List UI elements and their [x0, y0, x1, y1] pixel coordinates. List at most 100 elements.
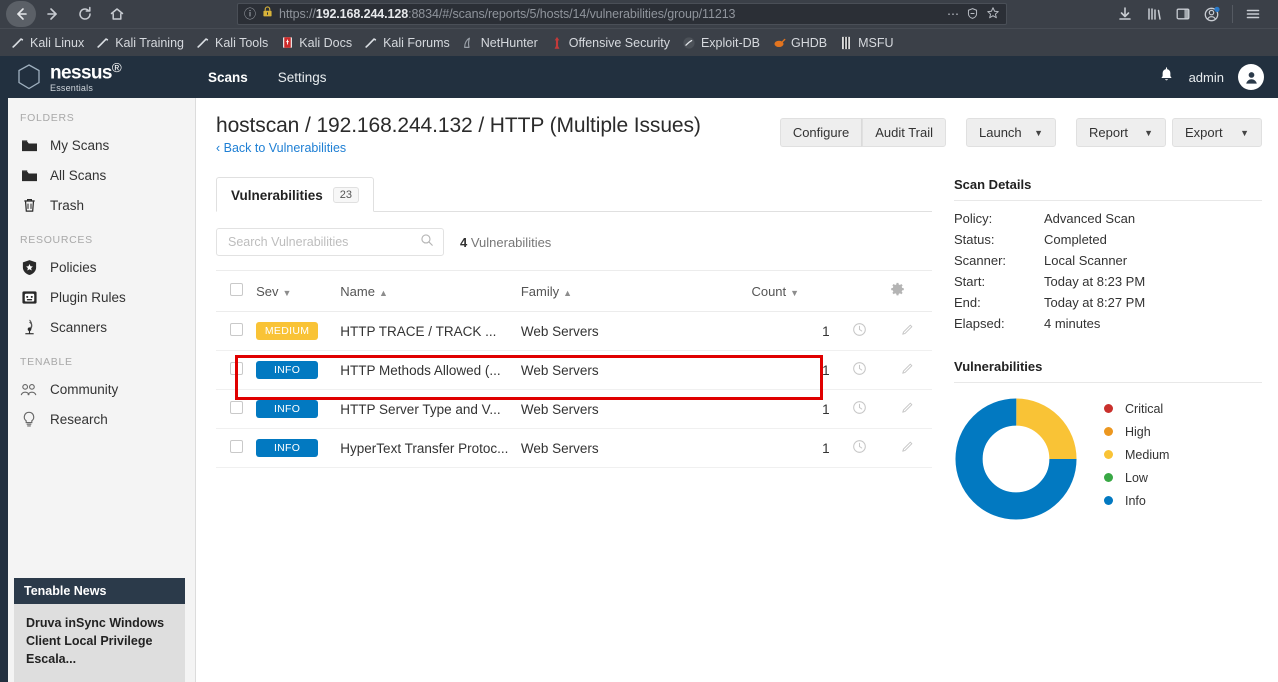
configure-button[interactable]: Configure: [779, 118, 863, 147]
row-edit-cell[interactable]: [883, 389, 932, 429]
sidebar-item-scanners[interactable]: Scanners: [8, 312, 195, 342]
clock-icon[interactable]: [852, 401, 867, 418]
sidebar-item-plugin-rules[interactable]: Plugin Rules: [8, 282, 195, 312]
row-edit-cell[interactable]: [883, 350, 932, 390]
forward-button[interactable]: [38, 1, 68, 27]
divider: [954, 382, 1262, 383]
row-checkbox[interactable]: [230, 440, 243, 453]
bookmark-kali-linux[interactable]: Kali Linux: [8, 36, 93, 50]
row-action-cell[interactable]: [835, 311, 884, 351]
row-checkbox[interactable]: [230, 401, 243, 414]
detail-row-policy: Policy: Advanced Scan: [954, 211, 1262, 226]
sidebar-item-trash[interactable]: Trash: [8, 190, 195, 220]
scan-details-title: Scan Details: [954, 177, 1032, 192]
clock-icon[interactable]: [852, 362, 867, 379]
report-button[interactable]: Report ▼: [1076, 118, 1166, 147]
row-checkbox[interactable]: [230, 323, 243, 336]
search-box[interactable]: [216, 228, 444, 256]
sidebar-item-all-scans[interactable]: All Scans: [8, 160, 195, 190]
search-icon[interactable]: [420, 233, 434, 252]
pencil-icon[interactable]: [900, 441, 915, 457]
sidebar-section-tenable: TENABLE: [20, 356, 73, 368]
audit-trail-button-label: Audit Trail: [875, 125, 933, 140]
tenable-news-headline-link[interactable]: Druva inSync Windows Client Local Privil…: [26, 616, 164, 666]
column-settings-header[interactable]: [883, 270, 932, 312]
column-header-count[interactable]: Count ▼: [745, 270, 836, 312]
row-name-cell[interactable]: HyperText Transfer Protoc...: [334, 428, 515, 468]
bookmark-kali-forums[interactable]: Kali Forums: [361, 36, 459, 50]
avatar[interactable]: [1238, 64, 1264, 90]
tenable-news-widget: Tenable News Druva inSync Windows Client…: [14, 577, 185, 682]
pencil-icon[interactable]: [900, 363, 915, 379]
row-edit-cell[interactable]: [883, 311, 932, 351]
column-header-sev[interactable]: Sev ▼: [250, 270, 335, 312]
table-row[interactable]: INFO HTTP Server Type and V... Web Serve…: [216, 389, 932, 429]
reload-icon: [79, 6, 91, 20]
warning-lock-icon[interactable]: [261, 5, 274, 23]
bookmark-kali-training[interactable]: Kali Training: [93, 36, 193, 50]
bookmark-offensive-security[interactable]: Offensive Security: [547, 36, 679, 50]
launch-button[interactable]: Launch ▼: [966, 118, 1056, 147]
account-icon[interactable]: [1199, 2, 1225, 26]
sidebar-item-label: My Scans: [50, 137, 110, 153]
tab-vulnerabilities[interactable]: Vulnerabilities 23: [216, 177, 375, 212]
row-family-cell: Web Servers: [514, 311, 746, 351]
search-input[interactable]: [226, 234, 420, 250]
bookmark-msfu[interactable]: MSFU: [836, 36, 902, 50]
clock-icon[interactable]: [852, 440, 867, 457]
back-button[interactable]: [6, 1, 36, 27]
nav-item-scans[interactable]: Scans: [208, 70, 248, 85]
legend-color-swatch: [1104, 404, 1113, 413]
reload-button[interactable]: [70, 1, 100, 27]
url-path: :8834/#/scans/reports/5/hosts/14/vulnera…: [408, 7, 736, 21]
back-to-vulnerabilities-link[interactable]: ‹ Back to Vulnerabilities: [216, 141, 346, 155]
nav-item-settings[interactable]: Settings: [278, 70, 327, 85]
downloads-icon[interactable]: [1112, 2, 1138, 26]
browser-chrome: ⓘ https://192.168.244.128:8834/#/scans/r…: [0, 0, 1278, 56]
pencil-icon[interactable]: [900, 324, 915, 340]
column-header-label: Count: [751, 283, 787, 299]
row-name-cell[interactable]: HTTP Methods Allowed (...: [334, 350, 515, 390]
sidebar-item-community[interactable]: Community: [8, 374, 195, 404]
row-action-cell[interactable]: [835, 428, 884, 468]
gear-icon[interactable]: [890, 282, 905, 300]
export-button[interactable]: Export ▼: [1172, 118, 1262, 147]
bell-icon[interactable]: [1158, 66, 1175, 88]
row-name-cell[interactable]: HTTP Server Type and V...: [334, 389, 515, 429]
row-count-cell: 1: [745, 428, 836, 468]
bookmark-kali-tools[interactable]: Kali Tools: [193, 36, 277, 50]
more-options-icon[interactable]: ⋯: [947, 8, 959, 20]
audit-trail-button[interactable]: Audit Trail: [862, 118, 946, 147]
sidebar-icon[interactable]: [1170, 2, 1196, 26]
sidebar-item-policies[interactable]: Policies: [8, 252, 195, 282]
bookmark-nethunter[interactable]: NetHunter: [459, 36, 547, 50]
bookmark-kali-docs[interactable]: Kali Docs: [277, 36, 361, 50]
table-row[interactable]: MEDIUM HTTP TRACE / TRACK ... Web Server…: [216, 311, 932, 351]
row-name-cell[interactable]: HTTP TRACE / TRACK ...: [334, 311, 515, 351]
home-button[interactable]: [102, 1, 132, 27]
menu-icon[interactable]: [1240, 2, 1266, 26]
table-row[interactable]: INFO HTTP Methods Allowed (... Web Serve…: [216, 350, 932, 390]
pencil-icon[interactable]: [900, 402, 915, 418]
bookmark-star-icon[interactable]: [986, 6, 1000, 22]
library-icon[interactable]: [1141, 2, 1167, 26]
row-action-cell[interactable]: [835, 389, 884, 429]
detail-value: 4 minutes: [1044, 316, 1101, 331]
column-header-family[interactable]: Family ▲: [514, 270, 746, 312]
column-header-name[interactable]: Name ▲: [334, 270, 515, 312]
table-row[interactable]: INFO HyperText Transfer Protoc... Web Se…: [216, 428, 932, 468]
clock-icon[interactable]: [852, 323, 867, 340]
nessus-logo[interactable]: nessus® Essentials: [16, 61, 186, 92]
address-bar[interactable]: ⓘ https://192.168.244.128:8834/#/scans/r…: [237, 3, 1007, 25]
app-body: FOLDERS My Scans All Scans Trash RESOURC…: [0, 98, 1278, 682]
reader-shield-icon[interactable]: [966, 7, 979, 22]
sidebar-item-research[interactable]: Research: [8, 404, 195, 434]
row-edit-cell[interactable]: [883, 428, 932, 468]
bookmark-exploit-db[interactable]: Exploit-DB: [679, 36, 769, 50]
select-all-checkbox[interactable]: [230, 283, 243, 296]
row-action-cell[interactable]: [835, 350, 884, 390]
page-info-icon[interactable]: ⓘ: [244, 8, 256, 20]
bookmark-ghdb[interactable]: GHDB: [769, 36, 836, 50]
row-checkbox[interactable]: [230, 362, 243, 375]
sidebar-item-my-scans[interactable]: My Scans: [8, 130, 195, 160]
